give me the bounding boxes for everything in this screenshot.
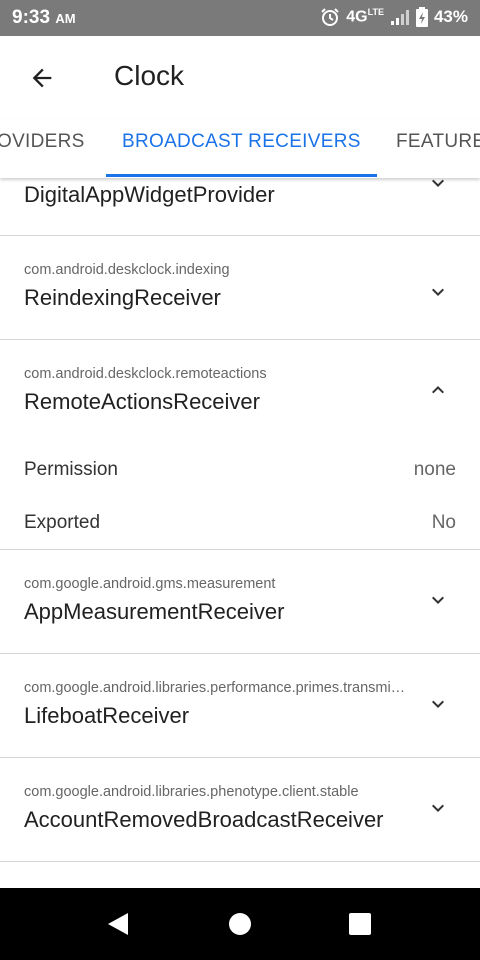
chevron-down-icon[interactable] bbox=[426, 588, 450, 612]
receiver-list: DigitalAppWidgetProvider com.android.des… bbox=[0, 178, 480, 888]
receiver-name: RemoteActionsReceiver bbox=[24, 389, 260, 414]
receiver-name: AccountRemovedBroadcastReceiver bbox=[24, 807, 384, 832]
status-icons: 4GLTE 43% bbox=[320, 7, 468, 27]
receiver-package: com.google.android.libraries.performance… bbox=[24, 680, 406, 696]
arrow-back-icon bbox=[32, 68, 52, 88]
receiver-name: LifeboatReceiver bbox=[24, 703, 190, 728]
recents-square-icon[interactable] bbox=[346, 910, 374, 938]
signal-icon bbox=[390, 8, 410, 26]
network-type: 4G bbox=[346, 8, 368, 26]
app-bar: Clock bbox=[0, 36, 480, 120]
status-ampm: AM bbox=[55, 11, 76, 26]
back-button[interactable] bbox=[22, 58, 62, 98]
list-item[interactable]: com.google.android.libraries.performance… bbox=[0, 654, 480, 758]
tab-indicator bbox=[106, 174, 377, 177]
home-circle-icon[interactable] bbox=[226, 910, 254, 938]
tab-bar: PROVIDERS BROADCAST RECEIVERS FEATURES bbox=[0, 120, 480, 178]
receiver-package: com.android.deskclock.remoteactions bbox=[24, 366, 267, 382]
alarm-icon bbox=[320, 7, 340, 27]
permission-value: none bbox=[413, 459, 456, 480]
chevron-down-icon[interactable] bbox=[426, 178, 450, 195]
list-item[interactable]: com.google.android.gms.measurement AppMe… bbox=[0, 550, 480, 654]
receiver-package: com.google.android.gms.measurement bbox=[24, 576, 276, 592]
tab-features[interactable]: FEATURES bbox=[396, 131, 480, 153]
list-item[interactable]: com.android.deskclock.indexing Reindexin… bbox=[0, 236, 480, 340]
receiver-name: DigitalAppWidgetProvider bbox=[24, 182, 275, 207]
battery-percent: 43% bbox=[433, 7, 468, 26]
chevron-down-icon[interactable] bbox=[426, 796, 450, 820]
chevron-down-icon[interactable] bbox=[426, 692, 450, 716]
list-item-expanded[interactable]: com.android.deskclock.remoteactions Remo… bbox=[0, 340, 480, 550]
tab-providers[interactable]: PROVIDERS bbox=[0, 131, 85, 153]
status-time: 9:33 AM bbox=[12, 7, 76, 29]
back-triangle-icon[interactable] bbox=[104, 910, 132, 938]
chevron-up-icon[interactable] bbox=[426, 378, 450, 402]
receiver-name: AppMeasurementReceiver bbox=[24, 599, 285, 624]
list-item[interactable]: DigitalAppWidgetProvider bbox=[0, 178, 480, 236]
status-bar: 9:33 AM 4GLTE 43% bbox=[0, 0, 480, 36]
system-nav-bar bbox=[0, 888, 480, 960]
battery-icon bbox=[415, 7, 428, 27]
receiver-package: com.google.android.libraries.phenotype.c… bbox=[24, 784, 359, 800]
receiver-package: com.android.deskclock.indexing bbox=[24, 262, 230, 278]
status-time-text: 9:33 bbox=[12, 7, 51, 28]
receiver-name: ReindexingReceiver bbox=[24, 285, 221, 310]
tab-broadcast-receivers[interactable]: BROADCAST RECEIVERS bbox=[122, 131, 361, 153]
exported-label: Exported bbox=[24, 512, 101, 533]
network-sup: LTE bbox=[367, 7, 384, 18]
exported-value: No bbox=[431, 512, 456, 533]
permission-label: Permission bbox=[24, 459, 118, 480]
list-item[interactable]: com.google.android.libraries.phenotype.c… bbox=[0, 758, 480, 862]
page-title: Clock bbox=[114, 60, 185, 91]
chevron-down-icon[interactable] bbox=[426, 280, 450, 304]
network-label: 4GLTE bbox=[346, 7, 384, 26]
